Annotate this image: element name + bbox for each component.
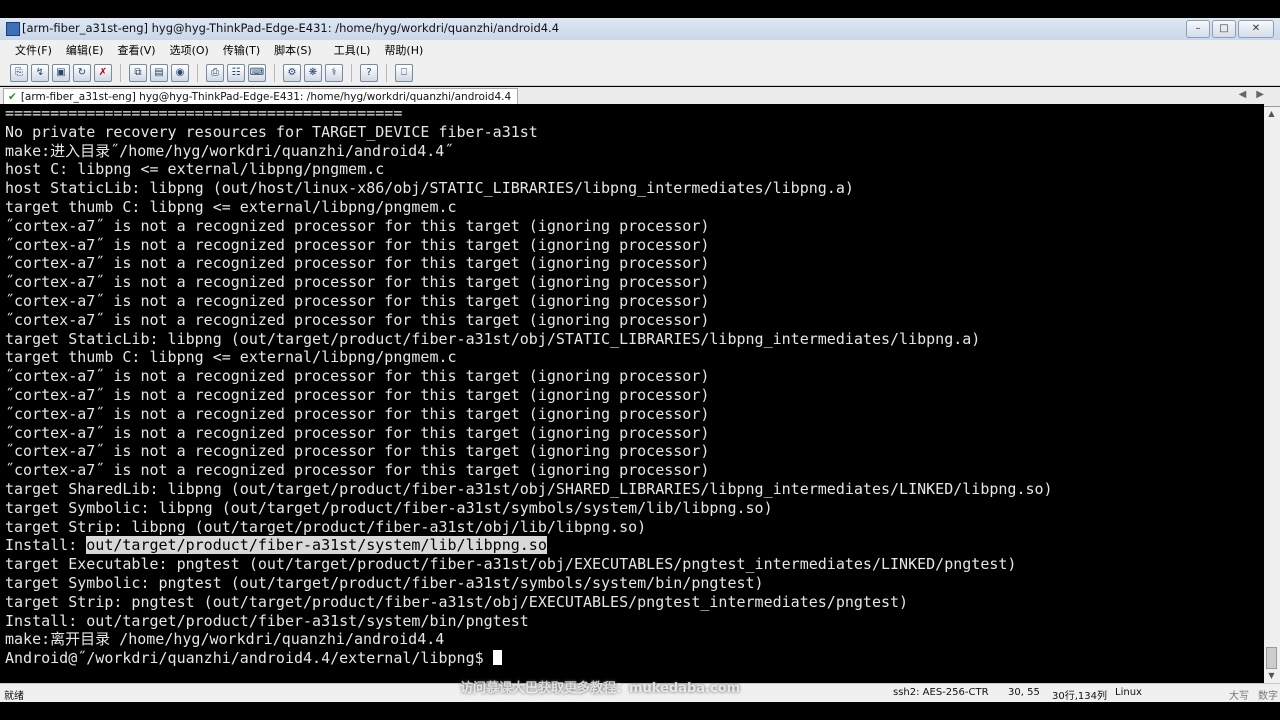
terminal-line: ˝cortex-a7˝ is not a recognized processo…	[5, 254, 710, 273]
copy-icon[interactable]: ⧉	[129, 63, 147, 82]
tab-scroll-left-icon[interactable]: ◀	[1239, 89, 1257, 100]
terminal-line: host StaticLib: libpng (out/host/linux-x…	[5, 179, 854, 198]
terminal-line: target Symbolic: pngtest (out/target/pro…	[5, 573, 764, 592]
scroll-down-icon[interactable]: ▼	[1266, 671, 1277, 680]
reconnect-icon[interactable]: ↻	[73, 63, 91, 82]
menu-tools[interactable]: 工具(L)	[327, 42, 378, 58]
close-icon[interactable]: ✕	[1238, 20, 1274, 38]
window-title: [arm-fiber_a31st-eng] hyg@hyg-ThinkPad-E…	[22, 21, 560, 35]
status-num-lock: 数字	[1258, 691, 1278, 702]
status-cursor-position: 30, 55	[1008, 687, 1040, 698]
terminal-line: make:离开目录 /home/hyg/workdri/quanzhi/andr…	[5, 630, 445, 649]
install-prefix: Install:	[5, 536, 87, 555]
terminal-line-install: Install: out/target/product/fiber-a31st/…	[0, 536, 1264, 555]
quick-connect-icon[interactable]: ↯	[31, 63, 49, 82]
scrollbar-thumb[interactable]	[1266, 647, 1277, 669]
terminal-line: target StaticLib: libpng (out/target/pro…	[5, 329, 981, 348]
status-ready: 就绪	[4, 691, 24, 702]
menu-bar: 文件(F) 编辑(E) 查看(V) 选项(O) 传输(T) 脚本(S) 工具(L…	[0, 40, 1280, 60]
status-cipher: ssh2: AES-256-CTR	[893, 687, 989, 698]
minimize-icon[interactable]: –	[1186, 20, 1210, 38]
toolbar: ⎘ ↯ ▣ ↻ ✗ ⧉ ▤ ◉ ⎙ ☷ ⌨ ⚙ ❋ ⚕ ? ⎕	[0, 60, 1280, 86]
menu-transfer[interactable]: 传输(T)	[216, 42, 267, 58]
print-setup-icon[interactable]: ☷	[227, 63, 245, 82]
terminal-line: ˝cortex-a7˝ is not a recognized processo…	[5, 423, 710, 442]
vertical-scrollbar[interactable]: ▲ ▼	[1264, 107, 1280, 683]
global-options-icon[interactable]: ❋	[304, 63, 322, 82]
toolbar-separator	[274, 63, 275, 82]
toolbar-separator	[351, 63, 352, 82]
terminal-line: ˝cortex-a7˝ is not a recognized processo…	[5, 442, 710, 461]
scroll-up-icon[interactable]: ▲	[1266, 109, 1277, 118]
terminal-line: target Executable: pngtest (out/target/p…	[5, 555, 1017, 574]
menu-view[interactable]: 查看(V)	[110, 42, 162, 58]
terminal-line: Install: out/target/product/fiber-a31st/…	[5, 611, 529, 630]
terminal-prompt[interactable]: Android@˝/workdri/quanzhi/android4.4/ext…	[0, 649, 1264, 668]
status-terminal-type: Linux	[1115, 687, 1142, 698]
terminal-line: ========================================…	[5, 104, 403, 122]
keymap-icon[interactable]: ⚕	[325, 63, 343, 82]
app-icon	[6, 22, 20, 36]
menu-script[interactable]: 脚本(S)	[267, 42, 319, 58]
terminal-line: ˝cortex-a7˝ is not a recognized processo…	[5, 291, 710, 310]
terminal-line: target thumb C: libpng <= external/libpn…	[5, 197, 457, 216]
disconnect-icon[interactable]: ✗	[94, 63, 112, 82]
terminal-line: host C: libpng <= external/libpng/pngmem…	[5, 160, 385, 179]
terminal-line: ˝cortex-a7˝ is not a recognized processo…	[5, 310, 710, 329]
bottom-letterbox	[0, 702, 1280, 720]
terminal-line: ˝cortex-a7˝ is not a recognized processo…	[5, 273, 710, 292]
terminal-line: No private recovery resources for TARGET…	[5, 122, 538, 141]
connect-icon[interactable]: ⎘	[10, 63, 28, 82]
print-selection-icon[interactable]: ⌨	[248, 63, 266, 82]
help-icon[interactable]: ?	[360, 63, 378, 82]
watermark: 访问慕课大巴获取更多教程：mukedaba.com	[460, 681, 741, 696]
terminal-line: ˝cortex-a7˝ is not a recognized processo…	[5, 404, 710, 423]
terminal-line: ˝cortex-a7˝ is not a recognized processo…	[5, 367, 710, 386]
terminal-line: ˝cortex-a7˝ is not a recognized processo…	[5, 461, 710, 480]
terminal-line: target thumb C: libpng <= external/libpn…	[5, 348, 457, 367]
text-cursor	[492, 650, 502, 666]
menu-options[interactable]: 选项(O)	[163, 42, 216, 58]
maximize-icon[interactable]: □	[1212, 20, 1236, 38]
connected-check-icon: ✔	[8, 91, 17, 103]
prompt-text: Android@˝/workdri/quanzhi/android4.4/ext…	[5, 649, 493, 668]
tab-scroll-right-icon[interactable]: ▶	[1256, 89, 1274, 100]
toolbar-separator	[197, 63, 198, 82]
terminal-output[interactable]: ========================================…	[0, 104, 1264, 680]
top-letterbox	[0, 0, 1280, 18]
menu-edit[interactable]: 编辑(E)	[59, 42, 111, 58]
status-caps-lock: 大写	[1229, 691, 1249, 702]
connect-tab-icon[interactable]: ▣	[52, 63, 70, 82]
session-tab-label: [arm-fiber_a31st-eng] hyg@hyg-ThinkPad-E…	[20, 91, 512, 103]
selected-text[interactable]: out/target/product/fiber-a31st/system/li…	[86, 536, 547, 555]
menu-help[interactable]: 帮助(H)	[377, 42, 430, 58]
lock-icon[interactable]: ⎕	[395, 63, 413, 82]
terminal-line: ˝cortex-a7˝ is not a recognized processo…	[5, 385, 710, 404]
terminal-line: ˝cortex-a7˝ is not a recognized processo…	[5, 216, 710, 235]
toolbar-separator	[120, 63, 121, 82]
status-terminal-size: 30行,134列	[1052, 691, 1107, 702]
menu-file[interactable]: 文件(F)	[8, 42, 59, 58]
print-icon[interactable]: ⎙	[206, 63, 224, 82]
terminal-line: target Strip: pngtest (out/target/produc…	[5, 592, 909, 611]
paste-icon[interactable]: ▤	[150, 63, 168, 82]
terminal-line: target Symbolic: libpng (out/target/prod…	[5, 498, 773, 517]
find-icon[interactable]: ◉	[171, 63, 189, 82]
terminal-line: target Strip: libpng (out/target/product…	[5, 517, 647, 536]
tab-scroll-arrows[interactable]: ◀▶	[1239, 89, 1274, 100]
session-options-icon[interactable]: ⚙	[283, 63, 301, 82]
terminal-line: ˝cortex-a7˝ is not a recognized processo…	[5, 235, 710, 254]
terminal-line: target SharedLib: libpng (out/target/pro…	[5, 479, 1053, 498]
toolbar-separator	[386, 63, 387, 82]
terminal-line: make:进入目录˝/home/hyg/workdri/quanzhi/andr…	[5, 141, 454, 160]
window-titlebar: [arm-fiber_a31st-eng] hyg@hyg-ThinkPad-E…	[0, 18, 1280, 41]
